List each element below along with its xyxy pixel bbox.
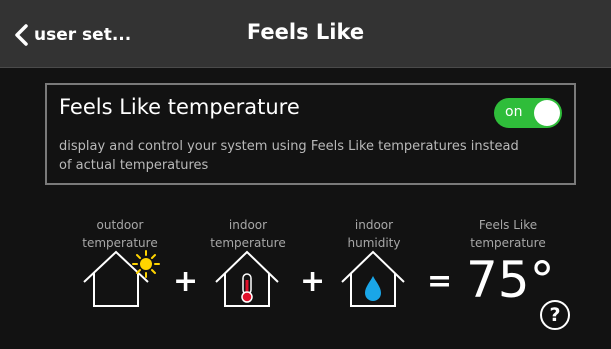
caption-line: temperature [470, 236, 546, 250]
house-thermometer-icon [215, 250, 279, 307]
caption-line: outdoor [96, 218, 144, 232]
toggle-label: on [505, 104, 523, 120]
caption-outdoor-temperature: outdoor temperature [60, 216, 180, 252]
caption-line: Feels Like [478, 218, 538, 232]
caption-indoor-temperature: indoor temperature [188, 216, 308, 252]
caption-feels-like-temperature: Feels Like temperature [448, 216, 568, 252]
plus-operator: + [173, 264, 199, 299]
setting-title: Feels Like temperature [59, 95, 300, 119]
setting-description: display and control your system using Fe… [59, 139, 519, 173]
sun-icon [132, 250, 160, 278]
caption-line: indoor [228, 218, 268, 232]
water-drop-icon [365, 276, 381, 301]
house-water-drop-icon [341, 250, 405, 307]
help-button[interactable]: ? [540, 300, 570, 330]
feels-like-toggle[interactable]: on [494, 98, 562, 128]
thermometer-icon [241, 273, 253, 303]
main-content: Feels Like temperature display and contr… [0, 68, 611, 349]
toggle-knob [534, 100, 560, 126]
page-title: Feels Like [246, 20, 365, 44]
feels-like-temperature-value: 75° [466, 251, 555, 309]
feels-like-setting-card: Feels Like temperature display and contr… [45, 83, 576, 185]
house-sun-icon [83, 250, 160, 307]
caption-indoor-humidity: indoor humidity [314, 216, 434, 252]
caption-line: indoor [354, 218, 394, 232]
equals-operator: = [427, 264, 453, 299]
plus-operator: + [300, 264, 326, 299]
header-bar: user set... Feels Like [0, 0, 611, 68]
